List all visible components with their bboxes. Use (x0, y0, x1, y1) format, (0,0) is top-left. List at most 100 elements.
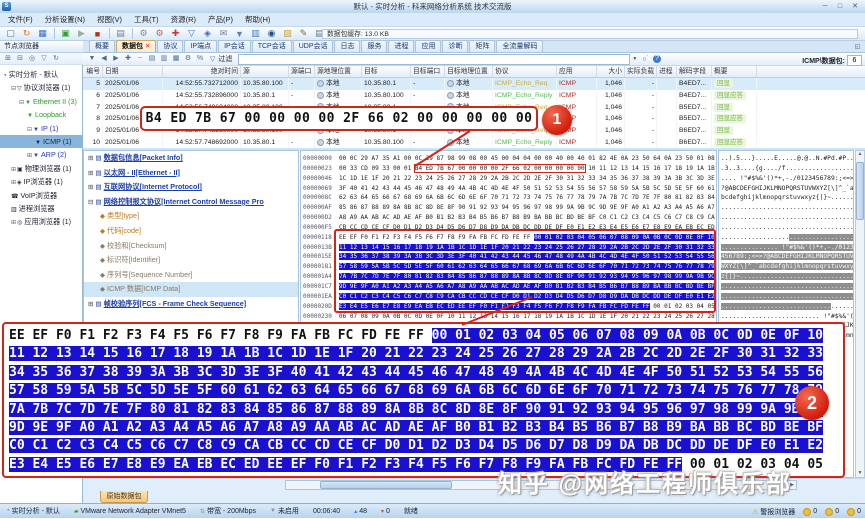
adapter-icon[interactable]: ▣ (58, 28, 73, 40)
tree-expander-icon[interactable]: ⊟ (19, 100, 24, 106)
decode-tree-item[interactable]: ⊞▤数据包信息[Packet Info] (84, 151, 298, 166)
tab-日志[interactable]: 日志 (334, 40, 360, 52)
column-header[interactable]: 大小 (597, 66, 625, 77)
minimize-button[interactable]: ─ (818, 1, 832, 12)
tree-expander-icon[interactable]: ⊞ (88, 170, 93, 177)
chart-icon[interactable]: ▥ (248, 28, 263, 40)
column-header[interactable]: 日期 (103, 66, 163, 77)
ascii-line[interactable]: ................................... (719, 203, 853, 213)
node-browser-item[interactable]: ⊞◈IP浏览器 (1) (0, 175, 83, 188)
ascii-line[interactable]: z{|}~.............................. (719, 272, 853, 282)
node-refresh-icon[interactable]: ↻ (50, 54, 62, 64)
hex-line[interactable]: 000000D2A8 A9 AA AB AC AD AE AF B0 B1 B2… (301, 213, 716, 223)
decode-tree-item[interactable]: ⊟▤网络控制报文协议[Internet Control Message Pro (84, 195, 298, 210)
ascii-line[interactable]: .... !"#$%&'()*+,-./0123456789:;<=> (719, 174, 853, 184)
add-row-icon[interactable]: ✚ (122, 54, 134, 64)
hex-line[interactable]: 0000020DE3 E4 E5 E6 E7 E8 E9 EA EB EC ED… (301, 302, 716, 312)
column-header[interactable]: 绝对时间 (163, 66, 241, 77)
raw-packet-tab[interactable]: 原始数据包 (100, 491, 148, 503)
stop-icon[interactable]: ■ (90, 28, 105, 40)
export-icon[interactable]: ▼ (86, 54, 98, 64)
node-browser-item[interactable]: ⊞▣物理浏览器 (1) (0, 162, 83, 175)
tree-expander-icon[interactable]: ⊟ (88, 199, 93, 206)
next-packet-icon[interactable]: ▶ (110, 54, 122, 64)
tab-UDP会话[interactable]: UDP会话 (293, 40, 334, 52)
hex-line[interactable]: 000000F5CB CC CD CE CF D0 D1 D2 D3 D4 D5… (301, 223, 716, 233)
decode-tree-item[interactable]: ⊞▤互联网协议[Internet Protocol] (84, 180, 298, 195)
edit-icon[interactable]: ✎ (296, 28, 311, 40)
hex-line[interactable]: 000001EAC0 C1 C2 C3 C4 C5 C6 C7 C8 C9 CA… (301, 292, 716, 302)
gear-icon[interactable]: ⚙ (136, 28, 151, 40)
node-browser-item[interactable]: ▼Loopback (0, 108, 83, 121)
decode-tree-item[interactable]: ◆标识符[Identifier] (84, 253, 298, 268)
tab-协议[interactable]: 协议 (157, 40, 183, 52)
hex-line[interactable]: 000001A47A 7B 7C 7D 7E 7F 80 81 82 83 84… (301, 272, 716, 282)
scroll-down-icon[interactable]: ▼ (856, 469, 864, 477)
scroll-up-icon[interactable]: ▲ (856, 150, 864, 158)
tab-应用[interactable]: 应用 (415, 40, 441, 52)
column-header[interactable]: 目标 (362, 66, 411, 77)
ascii-line[interactable]: ..).5...}.....E.....@.@..N.#Pd.#P.. (719, 154, 853, 164)
help-icon[interactable]: ? (653, 55, 661, 63)
node-filter-icon[interactable]: ▽ (38, 54, 50, 64)
tree-expander-icon[interactable]: ⊞ (11, 220, 16, 226)
tab-IP端点[interactable]: IP端点 (184, 40, 217, 52)
search-icon[interactable]: ○˙ (642, 56, 649, 63)
expand-all-icon[interactable]: ⊞ (2, 54, 14, 64)
menu-item[interactable]: 资源(R) (165, 13, 202, 27)
menu-item[interactable]: 工具(T) (128, 13, 165, 27)
horizontal-scrollbar-thumb[interactable] (320, 481, 452, 489)
column-header[interactable]: 编号 (83, 66, 103, 77)
tree-expander-icon[interactable]: ⊞ (88, 155, 93, 162)
column-header[interactable]: 概要 (712, 66, 757, 77)
column-header[interactable]: 进程 (657, 66, 677, 77)
page-icon[interactable]: ▤ (146, 54, 158, 64)
tap-filter-icon[interactable]: ▼ (232, 28, 247, 40)
menu-item[interactable]: 帮助(H) (239, 13, 276, 27)
ascii-line[interactable]: ................................... (719, 292, 853, 302)
analysis-settings-icon[interactable]: ▤ (113, 28, 128, 40)
globe-icon[interactable]: ◉ (264, 28, 279, 40)
hex-line[interactable]: 0000008C62 63 64 65 66 67 68 69 6A 6B 6C… (301, 193, 716, 203)
ascii-line[interactable]: bcdefghijklmnopqrstuvwxyz{|}~...... (719, 193, 853, 203)
ascii-line[interactable]: 456789:;<=>?@ABCDEFGHIJKLMNOPQRSTUV (719, 252, 853, 262)
menu-item[interactable]: 文件(F) (2, 13, 39, 27)
tab-数据包[interactable]: 数据包✕ (116, 40, 156, 52)
add-adapter-icon[interactable]: ✚ (168, 28, 183, 40)
hex-line[interactable]: 000000693F 40 41 42 43 44 45 46 47 48 49… (301, 184, 716, 194)
prev-packet-icon[interactable]: ◀ (98, 54, 110, 64)
tree-expander-icon[interactable]: ⊟ (27, 127, 32, 133)
node-browser-item[interactable]: ⊟▽协议浏览器 (1) (0, 81, 83, 94)
save-icon[interactable]: ▦ (35, 28, 50, 40)
column-header[interactable]: 协议 (493, 66, 557, 77)
node-gear-icon[interactable]: ⚙ (152, 28, 167, 40)
decode-tree-item[interactable]: ◆代码[code] (84, 224, 298, 239)
table-row[interactable]: 62025/01/0614:52:55.73289600010.35.80.1-… (83, 90, 865, 102)
hex-line[interactable]: 000000461C 1D 1E 1F 20 21 22 23 24 25 26… (301, 174, 716, 184)
decode-tree-item[interactable]: ⊞▤以太网 - II[Ethernet - II] (84, 166, 298, 181)
ascii-line[interactable]: ................................... (719, 282, 853, 292)
node-browser-item[interactable]: ⊟▼Ethernet II (3) (0, 95, 83, 108)
ascii-line[interactable]: .......................... !"#$%&'( (719, 312, 853, 322)
node-browser-item[interactable]: ▥进程浏览器 (0, 202, 83, 215)
column-header[interactable]: 应用 (557, 66, 597, 77)
tab-close-icon[interactable]: ✕ (145, 43, 150, 50)
alarm-browser[interactable]: ⚠ 警报浏览器 000 (752, 504, 861, 519)
tab-诊断[interactable]: 诊断 (442, 40, 468, 52)
ascii-line[interactable]: ............... !"#$%&'()*+,-./0123 (719, 243, 853, 253)
menu-item[interactable]: 分析设置(N) (39, 13, 91, 27)
filter-dropdown-icon[interactable]: ▼ (632, 56, 637, 62)
locate-icon[interactable]: ◎ (26, 54, 38, 64)
maximize-button[interactable]: □ (833, 1, 847, 12)
filter-funnel-icon[interactable]: ▽ (184, 28, 199, 40)
hex-line[interactable]: 000000AF85 86 87 88 89 8A 8B 8C 8D 8E 8F… (301, 203, 716, 213)
packet-tool-icon[interactable]: ✉ (216, 28, 231, 40)
hex-line[interactable]: 0000000000 0C 29 A7 35 A1 00 0C 29 87 98… (301, 154, 716, 164)
column-header[interactable]: 源端口 (289, 66, 315, 77)
node-browser-item[interactable]: ▼ICMP (1) (0, 135, 83, 148)
new-capture-icon[interactable]: ▢ (3, 28, 18, 40)
tab-矩阵[interactable]: 矩阵 (469, 40, 495, 52)
hex-line[interactable]: 0000015E34 35 36 37 38 39 3A 3B 3C 3D 3E… (301, 252, 716, 262)
tree-expander-icon[interactable]: ⊞ (88, 301, 93, 308)
hex-line[interactable]: 0000013B11 12 13 14 15 16 17 18 19 1A 1B… (301, 243, 716, 253)
